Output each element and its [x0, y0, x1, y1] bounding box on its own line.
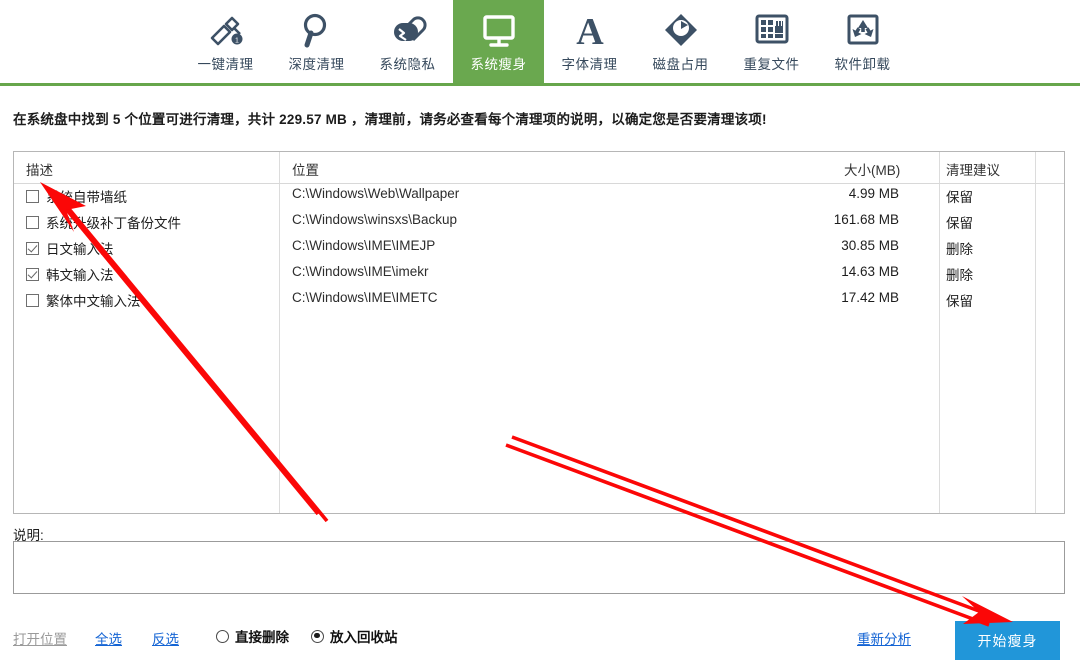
svg-text:1: 1: [235, 38, 239, 45]
description-textbox[interactable]: [13, 541, 1065, 594]
letter-a-icon: A: [568, 6, 612, 54]
tab-system-privacy[interactable]: 系统隐私: [362, 0, 453, 83]
radio-delete-directly[interactable]: 直接删除: [216, 626, 289, 646]
tab-label: 字体清理: [561, 57, 618, 72]
tab-software-uninstall[interactable]: 软件卸载: [817, 0, 908, 83]
table-row[interactable]: 系统自带墙纸 C:\Windows\Web\Wallpaper 4.99 MB …: [14, 183, 1064, 209]
reanalyze-link[interactable]: 重新分析: [857, 628, 911, 648]
tab-label: 一键清理: [197, 57, 254, 72]
cell-description: 繁体中文输入法: [26, 290, 141, 310]
cell-location: C:\Windows\winsxs\Backup: [292, 212, 458, 227]
description-text: 繁体中文输入法: [46, 294, 141, 309]
cell-location: C:\Windows\IME\IMEJP: [292, 238, 436, 253]
cell-size: 4.99 MB: [848, 186, 899, 201]
row-checkbox[interactable]: [26, 267, 39, 281]
header-size: 大小(MB): [844, 163, 901, 178]
header-advice: 清理建议: [946, 163, 1000, 178]
cell-size: 30.85 MB: [841, 238, 899, 253]
cell-advice: 保留: [946, 190, 973, 205]
tab-strip: 1 一键清理 深度清理 系统隐私 系统瘦身 A 字体清理 磁盘占用 重复文件 软…: [180, 0, 908, 83]
grid-files-icon: [750, 6, 794, 54]
description-text: 系统升级补丁备份文件: [46, 216, 181, 231]
description-text: 系统自带墙纸: [46, 190, 127, 205]
select-all-link[interactable]: 全选: [95, 628, 122, 648]
cell-description: 韩文输入法: [26, 264, 114, 284]
start-slimming-button[interactable]: 开始瘦身: [955, 621, 1060, 660]
cell-location: C:\Windows\IME\IMETC: [292, 290, 438, 305]
tab-label: 深度清理: [288, 57, 345, 72]
cell-size: 14.63 MB: [841, 264, 899, 279]
table-row[interactable]: 繁体中文输入法 C:\Windows\IME\IMETC 17.42 MB 保留: [14, 287, 1064, 313]
tab-duplicate-files[interactable]: 重复文件: [726, 0, 817, 83]
radio-label: 直接删除: [235, 630, 289, 645]
broom-icon: 1: [204, 6, 248, 54]
cell-advice: 保留: [946, 294, 973, 309]
table-row[interactable]: 日文输入法 C:\Windows\IME\IMEJP 30.85 MB 删除: [14, 235, 1064, 261]
tab-deep-clean[interactable]: 深度清理: [271, 0, 362, 83]
cell-advice: 保留: [946, 216, 973, 231]
cell-location: C:\Windows\Web\Wallpaper: [292, 186, 460, 201]
tab-label: 系统隐私: [379, 57, 436, 72]
table-row[interactable]: 韩文输入法 C:\Windows\IME\imekr 14.63 MB 删除: [14, 261, 1064, 287]
cell-advice: 删除: [946, 242, 973, 257]
radio-recycle-bin[interactable]: 放入回收站: [311, 626, 398, 646]
cell-advice: 删除: [946, 268, 973, 283]
cell-description: 系统升级补丁备份文件: [26, 212, 181, 232]
table-body: 系统自带墙纸 C:\Windows\Web\Wallpaper 4.99 MB …: [14, 183, 1064, 313]
cell-size: 17.42 MB: [841, 290, 899, 305]
radio-circle-icon: [216, 629, 229, 643]
disposal-radio-group: 直接删除 放入回收站: [216, 626, 398, 646]
radio-circle-selected-icon: [311, 629, 324, 643]
row-checkbox[interactable]: [26, 293, 39, 307]
tab-disk-usage[interactable]: 磁盘占用: [635, 0, 726, 83]
row-checkbox[interactable]: [26, 189, 39, 203]
cell-description: 系统自带墙纸: [26, 186, 127, 206]
table-header-row: 描述 位置 大小(MB) 清理建议: [14, 152, 1064, 184]
radio-label: 放入回收站: [330, 630, 398, 645]
cell-description: 日文输入法: [26, 238, 114, 258]
footer-bar: 打开位置 全选 反选 直接删除 放入回收站 重新分析: [0, 620, 1080, 666]
row-checkbox[interactable]: [26, 215, 39, 229]
row-checkbox[interactable]: [26, 241, 39, 255]
recycle-icon: [841, 6, 885, 54]
lock-icon: [386, 6, 430, 54]
header-location: 位置: [292, 163, 319, 178]
tab-label: 磁盘占用: [652, 57, 709, 72]
table-row[interactable]: 系统升级补丁备份文件 C:\Windows\winsxs\Backup 161.…: [14, 209, 1064, 235]
magnifier-icon: [295, 6, 339, 54]
top-toolbar: 1 一键清理 深度清理 系统隐私 系统瘦身 A 字体清理 磁盘占用 重复文件 软…: [0, 0, 1080, 86]
header-description: 描述: [26, 163, 53, 178]
disk-icon: [659, 6, 703, 54]
svg-text:A: A: [576, 11, 604, 52]
cell-size: 161.68 MB: [833, 212, 899, 227]
summary-info-text: 在系统盘中找到 5 个位置可进行清理，共计 229.57 MB ，清理前，请务必…: [13, 112, 767, 127]
cleanup-items-table: 描述 位置 大小(MB) 清理建议 系统自带墙纸 C:\Windows\Web\…: [13, 151, 1065, 514]
monitor-icon: [477, 6, 521, 54]
description-text: 日文输入法: [46, 242, 114, 257]
tab-label: 重复文件: [743, 57, 800, 72]
tab-font-clean[interactable]: A 字体清理: [544, 0, 635, 83]
tab-label: 软件卸载: [834, 57, 891, 72]
open-location-link[interactable]: 打开位置: [13, 628, 67, 648]
cell-location: C:\Windows\IME\imekr: [292, 264, 429, 279]
tab-system-slimming[interactable]: 系统瘦身: [453, 0, 544, 83]
invert-selection-link[interactable]: 反选: [152, 628, 179, 648]
tab-one-click-clean[interactable]: 1 一键清理: [180, 0, 271, 83]
tab-label: 系统瘦身: [470, 57, 527, 72]
description-text: 韩文输入法: [46, 268, 114, 283]
